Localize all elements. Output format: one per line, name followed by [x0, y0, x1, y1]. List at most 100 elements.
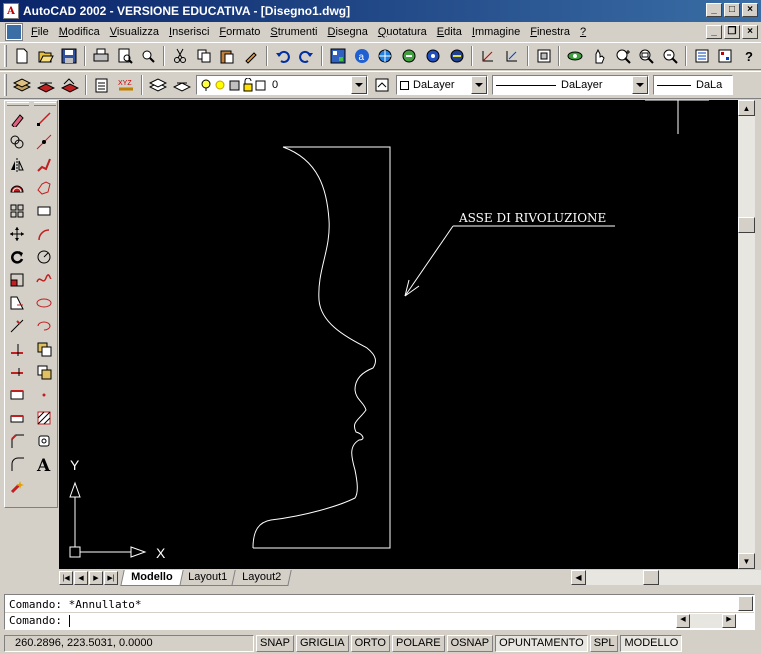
ellipse-icon[interactable]: [32, 291, 56, 314]
zoom-previous-icon[interactable]: [659, 45, 681, 67]
menu-immagine[interactable]: Immagine: [467, 22, 525, 42]
hatch-icon[interactable]: [32, 406, 56, 429]
fillet-icon[interactable]: [5, 452, 29, 475]
browse-web-icon[interactable]: [422, 45, 444, 67]
color-dropdown[interactable]: DaLayer: [396, 75, 488, 95]
status-toggle-polare[interactable]: POLARE: [391, 634, 445, 652]
menu-finestra[interactable]: Finestra: [525, 22, 575, 42]
menu-modifica[interactable]: Modifica: [54, 22, 105, 42]
toolbar-grip[interactable]: [4, 45, 7, 67]
command-window[interactable]: Comando: *Annullato* Comando: ◀ ▶: [4, 594, 755, 630]
move-icon[interactable]: [5, 222, 29, 245]
trim-icon[interactable]: [5, 314, 29, 337]
spell-check-icon[interactable]: [137, 45, 159, 67]
point-icon[interactable]: [32, 383, 56, 406]
tab-modello[interactable]: Modello: [120, 569, 184, 586]
spline-icon[interactable]: [32, 268, 56, 291]
autodesk-point-a-icon[interactable]: a: [351, 45, 373, 67]
multiline-text-icon[interactable]: A: [32, 452, 56, 475]
vertical-scrollbar[interactable]: ▲ ▼: [738, 100, 755, 569]
status-toggle-spl[interactable]: SPL: [589, 634, 619, 652]
line-icon[interactable]: [32, 107, 56, 130]
rectangle-icon[interactable]: [32, 199, 56, 222]
status-toggle-osnap[interactable]: OSNAP: [446, 634, 494, 652]
menu-file[interactable]: File: [26, 22, 54, 42]
scroll-left-button[interactable]: ◀: [571, 570, 586, 585]
named-views-icon[interactable]: [533, 45, 555, 67]
open-icon[interactable]: [35, 45, 57, 67]
explode-icon[interactable]: [5, 475, 29, 498]
status-toggle-snap[interactable]: SNAP: [256, 634, 294, 652]
region-icon[interactable]: [32, 429, 56, 452]
command-scroll-right[interactable]: ▶: [722, 614, 736, 628]
layer-previous-icon[interactable]: [59, 74, 81, 96]
break-at-point-icon[interactable]: [5, 360, 29, 383]
scroll-down-button[interactable]: ▼: [738, 553, 755, 569]
document-icon[interactable]: [5, 23, 23, 41]
coordinate-display[interactable]: 260.2896, 223.5031, 0.0000: [4, 634, 254, 652]
arc-icon[interactable]: [32, 222, 56, 245]
tab-layout2[interactable]: Layout2: [231, 569, 292, 586]
print-icon[interactable]: [90, 45, 112, 67]
publish-web-icon[interactable]: [375, 45, 397, 67]
help-icon[interactable]: ?: [738, 45, 760, 67]
tab-next-button[interactable]: ▶: [89, 570, 103, 585]
print-preview-icon[interactable]: [114, 45, 136, 67]
dimension-icon[interactable]: [501, 45, 523, 67]
drawing-area[interactable]: ASSE DI RIVOLUZIONE X Y: [59, 100, 738, 569]
save-icon[interactable]: [58, 45, 80, 67]
mirror-icon[interactable]: [5, 153, 29, 176]
layer-dropdown[interactable]: 0: [196, 75, 368, 95]
undo-icon[interactable]: [272, 45, 294, 67]
menu-disegna[interactable]: Disegna: [322, 22, 372, 42]
doc-minimize-button[interactable]: _: [706, 25, 722, 39]
lineweight-dropdown[interactable]: DaLa: [653, 75, 733, 95]
menu-formato[interactable]: Formato: [214, 22, 265, 42]
status-toggle-orto[interactable]: ORTO: [350, 634, 390, 652]
tab-prev-button[interactable]: ◀: [74, 570, 88, 585]
menu-help[interactable]: ?: [575, 22, 591, 42]
make-block-icon[interactable]: [32, 360, 56, 383]
break-icon[interactable]: [5, 383, 29, 406]
copy-icon[interactable]: [193, 45, 215, 67]
tab-layout1[interactable]: Layout1: [176, 569, 238, 586]
join-icon[interactable]: [5, 406, 29, 429]
maximize-button[interactable]: □: [724, 3, 740, 17]
vertical-scroll-thumb[interactable]: [738, 217, 755, 233]
ucs-icon[interactable]: [477, 45, 499, 67]
command-prompt[interactable]: Comando:: [9, 614, 70, 627]
layer-iso-icon[interactable]: [171, 74, 193, 96]
make-layer-current-icon[interactable]: [371, 74, 393, 96]
polygon-icon[interactable]: [32, 176, 56, 199]
pan-realtime-icon[interactable]: [588, 45, 610, 67]
design-center-icon[interactable]: [327, 45, 349, 67]
offset-icon[interactable]: [5, 176, 29, 199]
circle-icon[interactable]: [32, 245, 56, 268]
array-icon[interactable]: [5, 199, 29, 222]
tool-palettes-icon[interactable]: [715, 45, 737, 67]
extend-icon[interactable]: [5, 337, 29, 360]
today-icon[interactable]: [446, 45, 468, 67]
status-toggle-opuntamento[interactable]: OPUNTAMENTO: [495, 634, 588, 652]
menu-inserisci[interactable]: Inserisci: [164, 22, 214, 42]
layer-states-icon[interactable]: [91, 74, 113, 96]
cut-icon[interactable]: [169, 45, 191, 67]
tab-last-button[interactable]: ▶|: [104, 570, 118, 585]
color-dropdown-arrow[interactable]: [471, 76, 487, 94]
redo-icon[interactable]: [296, 45, 318, 67]
ellipse-arc-icon[interactable]: [32, 314, 56, 337]
layer-translator-icon[interactable]: XYZ: [115, 74, 137, 96]
rotate-icon[interactable]: [5, 245, 29, 268]
zoom-window-icon[interactable]: [635, 45, 657, 67]
menu-edita[interactable]: Edita: [432, 22, 467, 42]
layer-walk-icon[interactable]: [147, 74, 169, 96]
menu-quotatura[interactable]: Quotatura: [373, 22, 432, 42]
doc-close-button[interactable]: ×: [742, 25, 758, 39]
copy-object-icon[interactable]: [5, 130, 29, 153]
horizontal-scrollbar[interactable]: ◀ ▶: [571, 570, 761, 585]
scale-icon[interactable]: [5, 268, 29, 291]
insert-block-icon[interactable]: [32, 337, 56, 360]
polyline-icon[interactable]: [32, 153, 56, 176]
status-toggle-griglia[interactable]: GRIGLIA: [295, 634, 349, 652]
horizontal-scroll-thumb[interactable]: [643, 570, 659, 585]
